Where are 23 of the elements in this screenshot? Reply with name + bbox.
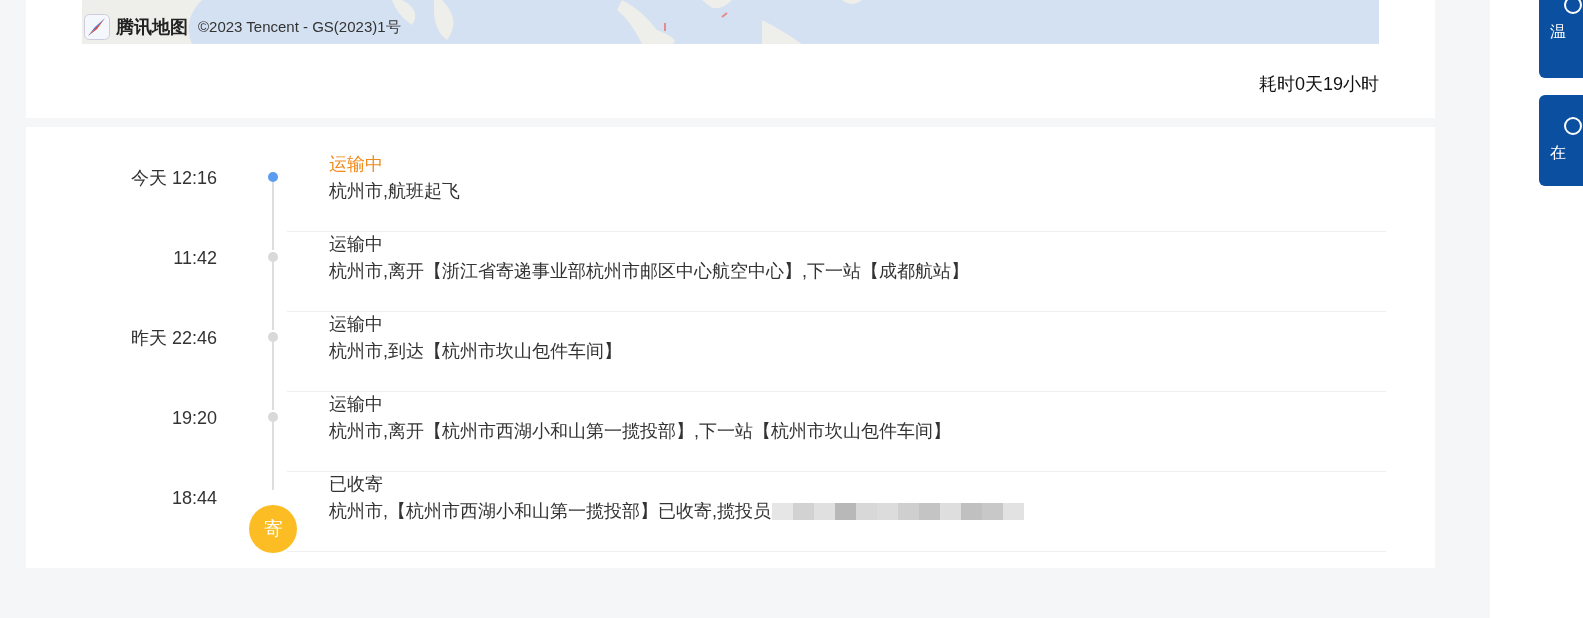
event-time: 19:20: [171, 407, 217, 430]
event-detail: 杭州市,离开【杭州市西湖小和山第一揽投部】,下一站【杭州市坎山包件车间】: [329, 420, 951, 443]
origin-badge: 寄: [249, 505, 297, 553]
compass-icon: [84, 14, 110, 40]
event-detail: 杭州市,【杭州市西湖小和山第一揽投部】已收寄,揽投员: [329, 500, 771, 523]
event-status: 已收寄: [329, 473, 383, 496]
event-detail: 杭州市,到达【杭州市坎山包件车间】: [329, 340, 622, 363]
event-time: 18:44: [171, 487, 217, 510]
event-time: 今天 12:16: [130, 167, 217, 190]
map-logo-text: 腾讯地图: [116, 16, 188, 39]
duration-text: 耗时0天19小时: [1258, 73, 1379, 96]
event-status: 运输中: [329, 393, 383, 416]
side-button[interactable]: 在: [1539, 95, 1583, 186]
event-time: 昨天 22:46: [130, 327, 217, 350]
map-attribution: ©2023 Tencent - GS(2023)1号: [198, 17, 401, 37]
event-time: 11:42: [173, 247, 217, 270]
event-status: 运输中: [329, 153, 383, 176]
event-status: 运输中: [329, 233, 383, 256]
event-status: 运输中: [329, 313, 383, 336]
event-detail: 杭州市,离开【浙江省寄递事业部杭州市邮区中心航空中心】,下一站【成都航站】: [329, 260, 969, 283]
timeline-dot: [268, 172, 278, 182]
event-detail: 杭州市,航班起飞: [329, 180, 460, 203]
side-button[interactable]: 温: [1539, 0, 1583, 78]
